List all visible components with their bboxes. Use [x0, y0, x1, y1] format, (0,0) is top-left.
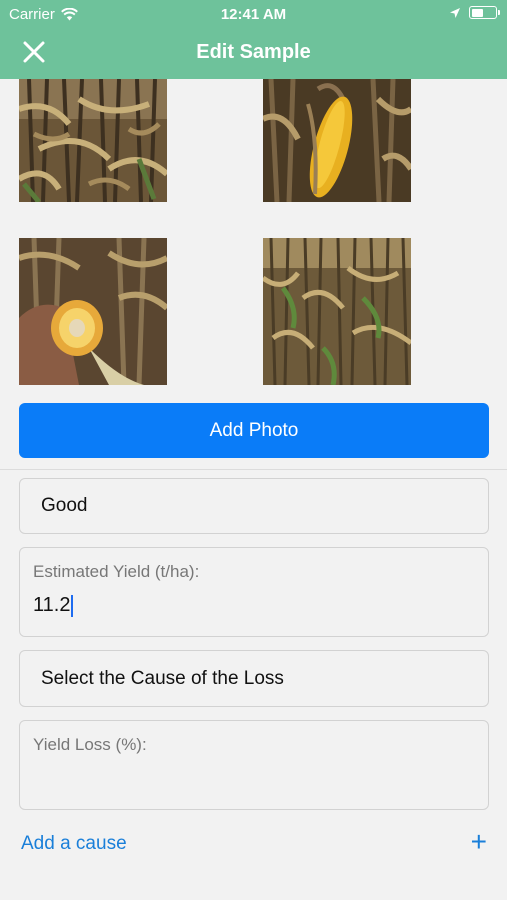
- estimated-yield-input[interactable]: 11.2: [33, 594, 74, 617]
- estimated-yield-field[interactable]: Estimated Yield (t/ha): 11.2: [19, 547, 489, 637]
- status-right: [449, 6, 500, 19]
- page-title: Edit Sample: [196, 41, 311, 63]
- corn-cob-cross-section-image: [19, 238, 167, 385]
- yield-loss-field[interactable]: Yield Loss (%):: [19, 720, 489, 810]
- condition-value: Good: [41, 495, 88, 516]
- photo-thumbnail-2[interactable]: [263, 79, 411, 202]
- divider: [0, 469, 507, 470]
- clock: 12:41 AM: [220, 6, 287, 23]
- condition-select[interactable]: Good: [19, 478, 489, 534]
- estimated-yield-value: 11.2: [33, 594, 71, 616]
- add-cause-plus-icon[interactable]: +: [471, 828, 487, 856]
- location-arrow-icon: [450, 7, 460, 18]
- text-cursor: [71, 594, 74, 617]
- status-bar: Carrier 12:41 AM: [0, 0, 507, 28]
- loss-cause-placeholder: Select the Cause of the Loss: [41, 667, 284, 689]
- photo-thumbnail-4[interactable]: [263, 238, 411, 385]
- loss-cause-select[interactable]: Select the Cause of the Loss: [19, 650, 489, 707]
- add-photo-button[interactable]: Add Photo: [19, 403, 489, 458]
- corn-field-stalks-image: [19, 79, 167, 202]
- top-bar: Carrier 12:41 AM Edit Sample: [0, 0, 507, 79]
- corn-field-rows-image: [263, 238, 411, 385]
- estimated-yield-label: Estimated Yield (t/ha):: [33, 562, 200, 581]
- corn-ear-image: [263, 79, 411, 202]
- photo-thumbnail-3[interactable]: [19, 238, 167, 385]
- yield-loss-label: Yield Loss (%):: [33, 735, 147, 754]
- add-cause-link[interactable]: Add a cause: [21, 833, 127, 855]
- battery-icon: [469, 6, 500, 19]
- photo-thumbnail-1[interactable]: [19, 79, 167, 202]
- navigation-bar: Edit Sample: [0, 28, 507, 79]
